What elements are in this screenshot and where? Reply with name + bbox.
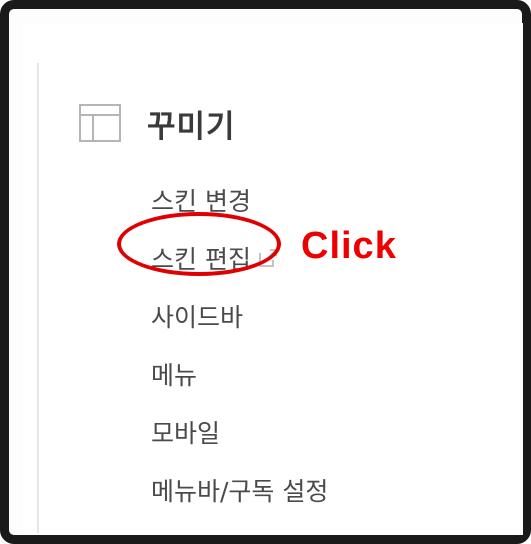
sidebar-panel: 꾸미기 스킨 변경 스킨 편집 사이드바 메뉴 모바일 메뉴바/구독 설정 bbox=[23, 23, 523, 535]
menu-item-label: 사이드바 bbox=[151, 303, 244, 332]
menu-item-sidebar[interactable]: 사이드바 bbox=[151, 287, 328, 345]
menu-item-menubar-subscribe[interactable]: 메뉴바/구독 설정 bbox=[151, 461, 328, 519]
click-annotation: Click bbox=[301, 225, 397, 267]
menu-list: 스킨 변경 스킨 편집 사이드바 메뉴 모바일 메뉴바/구독 설정 bbox=[151, 171, 328, 519]
section-header: 꾸미기 bbox=[79, 103, 236, 145]
layout-icon bbox=[79, 104, 121, 142]
sidebar-divider bbox=[37, 63, 39, 533]
menu-item-label: 메뉴바/구독 설정 bbox=[151, 477, 329, 506]
external-link-icon bbox=[259, 249, 277, 267]
menu-item-label: 모바일 bbox=[151, 419, 221, 448]
menu-item-menu[interactable]: 메뉴 bbox=[151, 345, 328, 403]
section-title: 꾸미기 bbox=[147, 108, 236, 145]
menu-item-mobile[interactable]: 모바일 bbox=[151, 403, 328, 461]
menu-item-label: 메뉴 bbox=[151, 361, 198, 390]
menu-item-label: 스킨 변경 bbox=[151, 187, 251, 216]
screenshot-frame: 꾸미기 스킨 변경 스킨 편집 사이드바 메뉴 모바일 메뉴바/구독 설정 Cl… bbox=[0, 0, 531, 544]
menu-item-label: 스킨 편집 bbox=[151, 245, 251, 274]
menu-item-skin-change[interactable]: 스킨 변경 bbox=[151, 171, 328, 229]
